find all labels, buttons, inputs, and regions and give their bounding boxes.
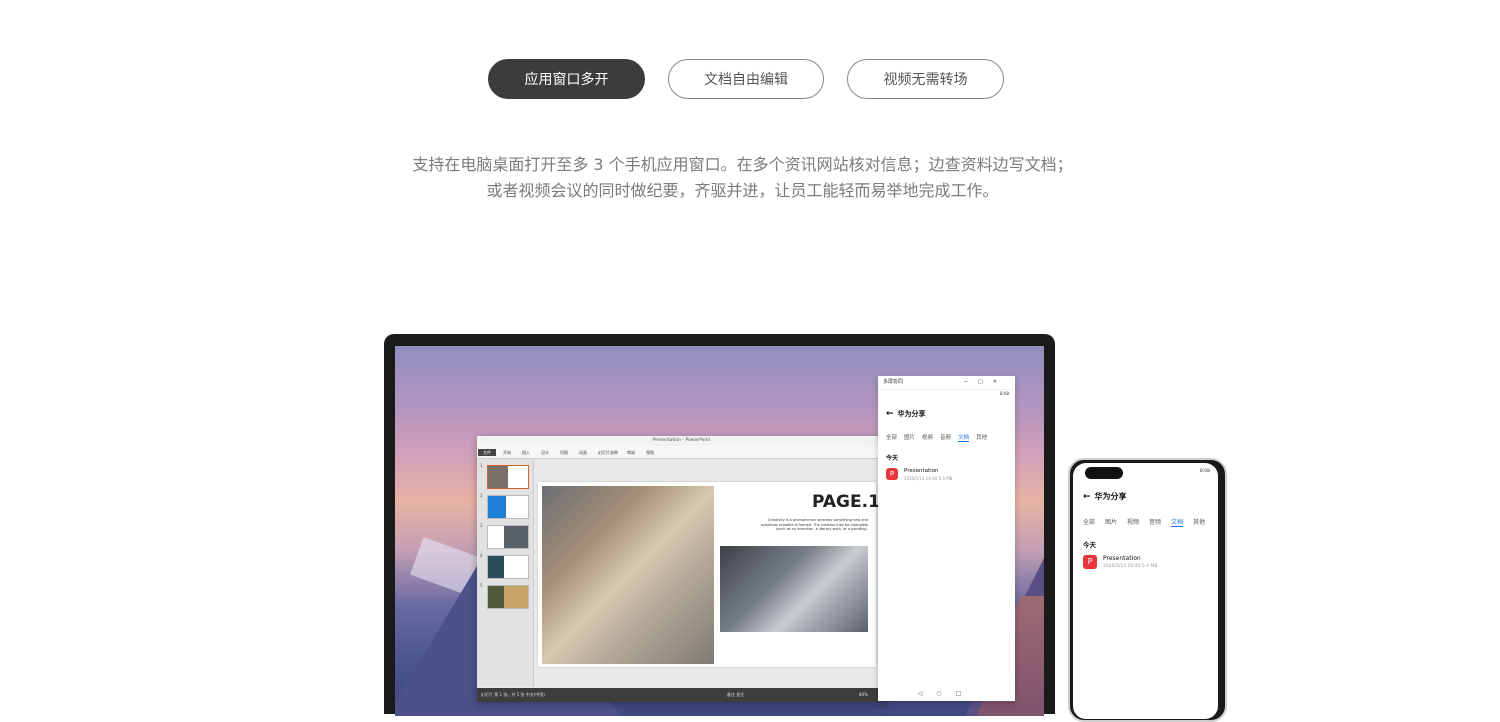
tab-all[interactable]: 全部: [886, 433, 897, 441]
status-slide-info: 幻灯片 第 1 张，共 5 张 中文(中国): [481, 692, 545, 697]
tab-audio[interactable]: 音频: [1149, 517, 1161, 526]
tab-images[interactable]: 图片: [1105, 517, 1117, 526]
slide-thumbnail[interactable]: [487, 465, 529, 489]
slide-canvas: PAGE.1 Creativity is a phenomenon whereb…: [538, 482, 880, 667]
slide-number: 2: [480, 493, 483, 498]
slide-number: 3: [480, 523, 483, 528]
slide-number: 5: [480, 583, 483, 588]
section-today: 今天: [1083, 541, 1096, 549]
slide-number: 4: [480, 553, 483, 558]
description-line-2: 或者视频会议的同时做纪要，齐驱并进，让员工能轻而易举地完成工作。: [486, 181, 999, 200]
header-title: 华为分享: [1094, 492, 1127, 501]
slide-photo-laptop: [720, 546, 868, 632]
slide-title: PAGE.1: [812, 492, 880, 512]
file-name: Presentation: [1103, 555, 1141, 562]
file-name: Presentation: [904, 468, 939, 474]
phone-window-time: 8:08: [1000, 391, 1009, 396]
tab-documents[interactable]: 文档: [958, 433, 970, 442]
ppt-file-icon: P: [886, 468, 898, 480]
tab-document-editing[interactable]: 文档自由编辑: [668, 59, 824, 99]
phone-time: 8:08: [1199, 469, 1210, 474]
phone-illustration: 8:08 ← 华为分享 全部 图片 视频 音频 文档 其他 今天 P Presentatio…: [1068, 458, 1227, 722]
slide-thumbnail-panel: 1 2 3 4 5: [477, 459, 534, 687]
ppt-menu-design[interactable]: 设计: [541, 449, 549, 456]
camera-punch-hole: [1085, 467, 1123, 479]
feature-tabs: 应用窗口多开 文档自由编辑 视频无需转场: [488, 59, 1008, 101]
slide-number: 1: [480, 463, 483, 468]
phone-header: ← 华为分享: [1083, 491, 1127, 502]
tab-video-no-transfer[interactable]: 视频无需转场: [847, 59, 1004, 99]
ppt-file-icon: P: [1083, 555, 1097, 569]
phone-window-header: ← 华为分享: [886, 409, 926, 419]
slide-body-text: Creativity is a phenomenon whereby somet…: [760, 518, 868, 531]
phone-window-title: 多屏协同: [883, 379, 904, 385]
status-zoom[interactable]: 80%: [859, 688, 868, 702]
tab-all[interactable]: 全部: [1083, 517, 1095, 526]
slide-photo-team: [542, 486, 714, 664]
tab-documents[interactable]: 文档: [1171, 517, 1184, 527]
monitor-illustration: Presentation - PowerPoint 文件 开始 插入 设计 切换…: [384, 334, 1055, 716]
section-today: 今天: [886, 455, 899, 462]
status-notes[interactable]: 备注 批注: [727, 688, 744, 702]
file-meta: 2020/5/14 16:40 5.4 MB: [904, 476, 953, 481]
ppt-ribbon: [477, 446, 886, 459]
file-meta: 2020/5/14 16:40 5.4 MB: [1103, 564, 1158, 569]
slide-thumbnail[interactable]: [487, 585, 529, 609]
ppt-menu-home[interactable]: 开始: [503, 449, 511, 456]
file-type-tabs: 全部 图片 视频 音频 文档 其他: [1083, 517, 1218, 527]
desktop-screen: Presentation - PowerPoint 文件 开始 插入 设计 切换…: [395, 346, 1044, 716]
tab-videos[interactable]: 视频: [1127, 517, 1139, 526]
description-line-1: 支持在电脑桌面打开至多 3 个手机应用窗口。在多个资讯网站核对信息；边查资料边写…: [412, 155, 1073, 174]
tab-audio[interactable]: 音频: [940, 433, 951, 441]
back-arrow-icon[interactable]: ←: [1083, 492, 1091, 502]
tab-images[interactable]: 图片: [904, 433, 915, 441]
phone-window: 多屏协同 −□✕ 8:08 ← 华为分享 全部 图片 视频 音频 文档 其他 今天 P Pr…: [878, 376, 1015, 701]
window-controls[interactable]: −□✕: [964, 376, 1007, 389]
feature-description: 支持在电脑桌面打开至多 3 个手机应用窗口。在多个资讯网站核对信息；边查资料边写…: [0, 152, 1485, 204]
back-arrow-icon[interactable]: ←: [886, 409, 894, 419]
file-type-tabs: 全部 图片 视频 音频 文档 其他: [886, 433, 1011, 442]
powerpoint-window: Presentation - PowerPoint 文件 开始 插入 设计 切换…: [477, 436, 886, 702]
slide-thumbnail[interactable]: [487, 525, 529, 549]
ppt-menu-animations[interactable]: 动画: [579, 449, 587, 456]
ppt-menu-insert[interactable]: 插入: [522, 449, 530, 456]
tab-multi-window[interactable]: 应用窗口多开: [488, 59, 645, 99]
tab-others[interactable]: 其他: [976, 433, 987, 441]
tab-others[interactable]: 其他: [1193, 517, 1205, 526]
tab-videos[interactable]: 视频: [922, 433, 933, 441]
header-title: 华为分享: [897, 410, 926, 418]
slide-thumbnail[interactable]: [487, 495, 529, 519]
ppt-status-bar: 幻灯片 第 1 张，共 5 张 中文(中国) 备注 批注 80%: [477, 688, 886, 702]
phone-screen: 8:08 ← 华为分享 全部 图片 视频 音频 文档 其他 今天 P Presentatio…: [1073, 463, 1218, 719]
ppt-menu-review[interactable]: 审阅: [627, 449, 635, 456]
ppt-title-bar: Presentation - PowerPoint: [477, 436, 886, 446]
ppt-menu-transitions[interactable]: 切换: [560, 449, 568, 456]
ppt-menu-view[interactable]: 视图: [646, 449, 654, 456]
phone-window-titlebar: 多屏协同 −□✕: [878, 376, 1015, 390]
ppt-file-tab[interactable]: 文件: [478, 449, 496, 456]
ppt-menu-slideshow[interactable]: 幻灯片放映: [598, 449, 618, 456]
slide-thumbnail[interactable]: [487, 555, 529, 579]
phone-nav-bar[interactable]: ◁○□: [878, 690, 1015, 697]
